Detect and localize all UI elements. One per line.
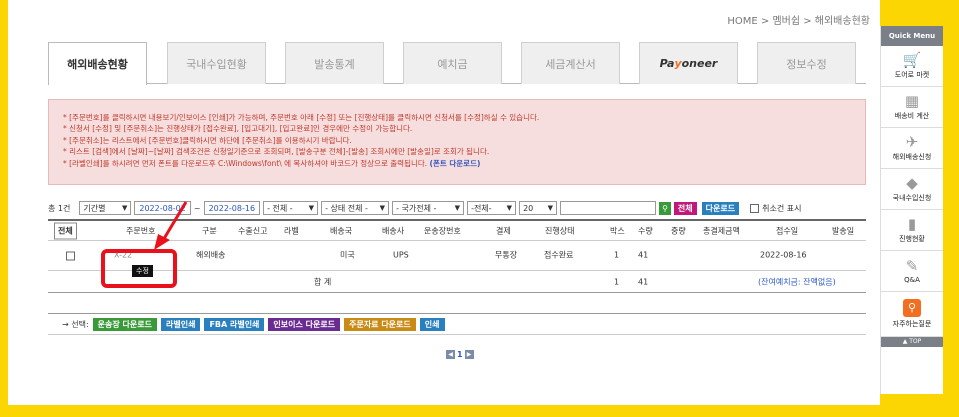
period-select[interactable]: 기간별 ▼: [79, 201, 132, 215]
tab-bar: 해외배송현황 국내수입현황 발송통계 예치금 세금계산서 Payoneer 정보…: [48, 42, 866, 85]
pagination: ◀ 1 ▶: [446, 350, 474, 359]
summary-qty: 41: [638, 277, 649, 286]
date-separator: ~: [193, 203, 201, 213]
quick-menu-title: Quick Menu: [881, 26, 943, 46]
box-icon: ◆: [906, 174, 918, 192]
quick-menu: Quick Menu 🛒 도어로 마켓 ▦ 배송비 계산 ✈ 해외배송신청 ◆ …: [880, 26, 943, 394]
download-button[interactable]: 다운로드: [701, 201, 740, 215]
tab-tax-invoice[interactable]: 세금계산서: [521, 42, 620, 84]
cell-qty: 41: [638, 250, 649, 260]
col-payment: 결제: [496, 226, 511, 235]
quick-door-market[interactable]: 🛒 도어로 마켓: [881, 46, 943, 87]
country-select[interactable]: - 국가전체 - ▼: [392, 201, 465, 215]
label-print-button[interactable]: 라벨인쇄: [160, 317, 201, 331]
quick-progress[interactable]: ▮ 진행현황: [881, 210, 943, 251]
col-country: 배송국: [330, 226, 353, 235]
quick-faq[interactable]: ⚲ 자주하는질문: [881, 292, 943, 337]
status-select[interactable]: - 상태 전체 - ▼: [321, 201, 390, 215]
scroll-top-button[interactable]: ▲ TOP: [881, 337, 943, 347]
font-download-link[interactable]: (폰트 다운로드): [430, 159, 481, 168]
cell-box: 1: [614, 250, 620, 260]
action-prefix: → 선택:: [62, 319, 89, 329]
waybill-download-button[interactable]: 운송장 다운로드: [92, 317, 157, 331]
col-shipped: 발송일: [832, 226, 855, 235]
tab-payoneer[interactable]: Payoneer: [639, 42, 738, 84]
invoice-download-button[interactable]: 인보이스 다운로드: [268, 317, 341, 331]
prev-page-icon[interactable]: ◀: [446, 350, 455, 359]
search-icon: ⚲: [903, 299, 921, 317]
col-total: 총결제금액: [703, 226, 740, 235]
cart-icon: 🛒: [902, 51, 922, 69]
quick-qna[interactable]: ✎ Q&A: [881, 251, 943, 292]
tab-overseas-shipping[interactable]: 해외배송현황: [48, 42, 147, 85]
col-status: 진행상태: [545, 226, 575, 235]
tab-domestic-import[interactable]: 국내수입현황: [167, 42, 266, 84]
col-received: 접수일: [776, 226, 799, 235]
cancel-checkbox-label: 취소건 표시: [762, 203, 802, 213]
pencil-icon: ✎: [905, 257, 919, 275]
current-page[interactable]: 1: [457, 350, 463, 359]
result-count: 총 1건: [48, 203, 71, 213]
tab-deposit[interactable]: 예치금: [403, 42, 502, 84]
cancel-checkbox[interactable]: [750, 203, 760, 213]
quick-overseas-apply[interactable]: ✈ 해외배송신청: [881, 128, 943, 169]
payoneer-logo: Payoneer: [659, 57, 718, 70]
page-size-select[interactable]: 20 ▼: [519, 201, 558, 215]
calculator-icon: ▦: [904, 92, 920, 110]
next-page-icon[interactable]: ▶: [464, 350, 474, 359]
search-input[interactable]: [560, 201, 657, 215]
notice-line: * [주문번호]를 클릭하시면 내용보기/인보이스 [인쇄]가 가능하며, 주문…: [63, 113, 540, 122]
show-all-button[interactable]: 전체: [673, 201, 697, 215]
print-button[interactable]: 인쇄: [419, 317, 445, 331]
category-select[interactable]: -전체- ▼: [467, 201, 517, 215]
notice-line: * 신청서 [수정] 및 [주문취소]는 진행상태가 [접수완료], [입고대기…: [63, 124, 413, 134]
tab-profile-edit[interactable]: 정보수정: [757, 42, 856, 84]
date-to-input[interactable]: 2022-08-16: [203, 201, 261, 215]
cell-country: 미국: [340, 250, 355, 260]
col-weight: 중량: [671, 226, 686, 235]
notice-line: * [라벨인쇄]를 하시려면 먼저 폰트를 다운로드후 C:\Windows\f…: [63, 158, 481, 168]
cell-status[interactable]: 접수완료: [544, 250, 573, 261]
airplane-icon: ✈: [905, 133, 919, 151]
col-qty: 수량: [638, 226, 653, 235]
chart-icon: ▮: [907, 215, 917, 233]
col-tracking: 운송장번호: [424, 226, 461, 235]
notice-box: * [주문번호]를 클릭하시면 내용보기/인보이스 [인쇄]가 가능하며, 주문…: [48, 99, 866, 185]
summary-label: 합 계: [314, 277, 332, 286]
highlight-box: [101, 249, 177, 288]
summary-box: 1: [614, 277, 620, 286]
page-frame: HOME > 멤버쉽 > 해외배송현황 해외배송현황 국내수입현황 발송통계 예…: [8, 0, 880, 405]
quick-shipping-calc[interactable]: ▦ 배송비 계산: [881, 87, 943, 128]
quick-import-apply[interactable]: ◆ 국내수입신청: [881, 169, 943, 210]
notice-line: * 리스트 [검색]에서 [날짜]~[날짜] 검색조건은 신청일기준으로 조회되…: [63, 147, 490, 157]
remaining-deposit: (잔여예치금: 잔액없음): [758, 277, 836, 286]
cell-payment: 무통장: [495, 250, 518, 260]
col-export: 수출신고: [238, 226, 268, 235]
select-all-button[interactable]: 전체: [54, 222, 77, 239]
row-checkbox[interactable]: [66, 251, 75, 260]
col-box: 박스: [610, 226, 625, 235]
breadcrumb: HOME > 멤버쉽 > 해외배송현황: [727, 16, 870, 27]
cell-received: 2022-08-16: [760, 250, 807, 260]
cell-carrier: UPS: [393, 250, 409, 260]
annotation-arrow-icon: [154, 201, 188, 250]
action-bar: → 선택: 운송장 다운로드 라벨인쇄 FBA 라벨인쇄 인보이스 다운로드 주…: [48, 313, 866, 335]
tab-shipping-stats[interactable]: 발송통계: [285, 42, 384, 84]
type-select[interactable]: - 전체 - ▼: [263, 201, 319, 215]
fba-label-print-button[interactable]: FBA 라벨인쇄: [204, 317, 265, 331]
order-data-download-button[interactable]: 주문자료 다운로드: [344, 317, 416, 331]
col-label: 라벨: [284, 226, 299, 235]
notice-line: * [주문취소]는 리스트에서 [주문번호]클릭하시면 하단에 [주문취소]를 …: [63, 135, 352, 145]
col-carrier: 배송사: [382, 226, 405, 235]
search-icon[interactable]: ⚲: [659, 201, 671, 215]
cell-type: 해외배송: [196, 250, 226, 260]
col-type: 구분: [202, 226, 217, 235]
